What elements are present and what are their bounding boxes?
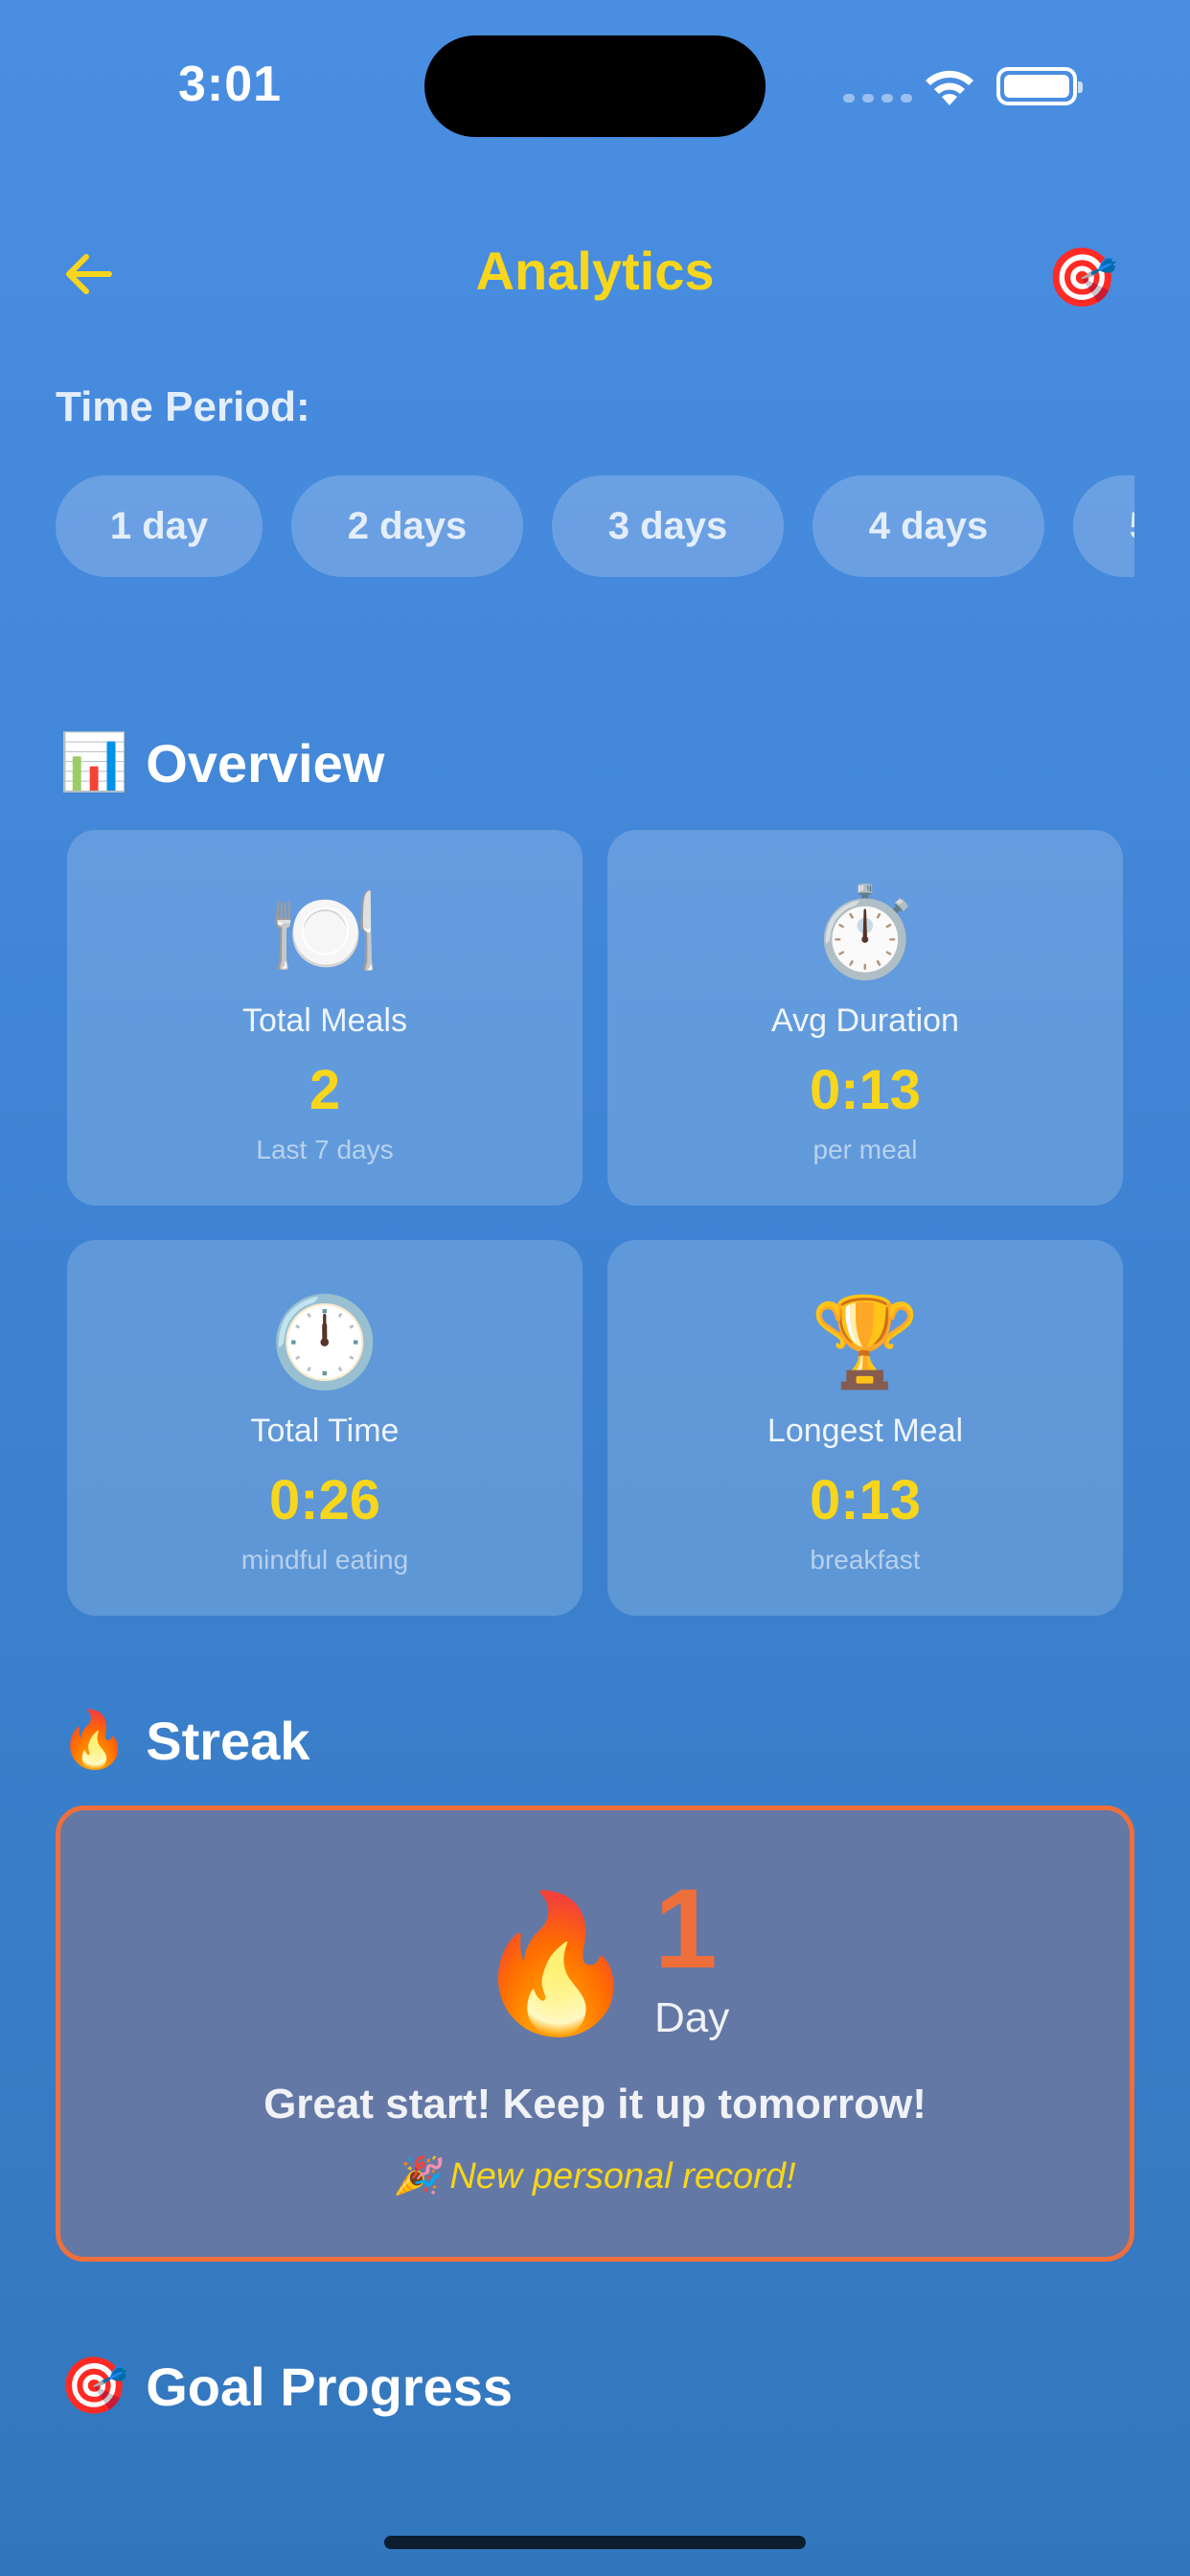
status-time: 3:01 (178, 57, 283, 112)
goal-progress-heading: 🎯 Goal Progress (59, 2354, 513, 2419)
overview-heading-label: Overview (146, 732, 385, 794)
streak-heading-label: Streak (146, 1710, 310, 1771)
plate-icon: 🍽️ (269, 884, 380, 981)
stopwatch-icon: ⏱️ (810, 884, 921, 981)
stat-label: Longest Meal (767, 1413, 964, 1449)
stat-card-total-time: 🕛 Total Time 0:26 mindful eating (67, 1240, 583, 1616)
home-indicator[interactable] (384, 2536, 806, 2549)
stat-card-avg-duration: ⏱️ Avg Duration 0:13 per meal (607, 830, 1123, 1206)
stat-label: Total Meals (242, 1002, 407, 1039)
trophy-icon: 🏆 (810, 1294, 921, 1392)
stat-subtitle: mindful eating (240, 1545, 409, 1575)
period-chip-1-day[interactable]: 1 day (56, 475, 263, 577)
streak-count: 1 (654, 1866, 718, 1992)
bar-chart-icon: 📊 (59, 731, 129, 794)
period-chip-3-days[interactable]: 3 days (552, 475, 784, 577)
stat-subtitle: Last 7 days (256, 1135, 394, 1164)
time-period-selector: 1 day 2 days 3 days 4 days 5 days (56, 475, 1134, 577)
stat-value: 0:13 (809, 1059, 922, 1121)
goal-progress-heading-label: Goal Progress (146, 2356, 514, 2417)
period-chip-4-days[interactable]: 4 days (812, 475, 1044, 577)
streak-fire-icon: 🔥 (472, 1888, 640, 2038)
stat-card-total-meals: 🍽️ Total Meals 2 Last 7 days (67, 830, 583, 1206)
target-icon: 🎯 (59, 2355, 129, 2417)
dynamic-island (424, 35, 766, 137)
stat-subtitle: per meal (812, 1135, 918, 1164)
status-bar: 3:01 (0, 0, 1190, 172)
streak-card: 🔥 1 Day Great start! Keep it up tomorrow… (56, 1806, 1134, 2262)
time-period-label: Time Period: (56, 383, 310, 430)
streak-unit: Day (654, 1994, 730, 2041)
streak-heading: 🔥 Streak (59, 1708, 309, 1773)
stat-value: 0:13 (809, 1469, 922, 1531)
page-title: Analytics (475, 241, 715, 301)
battery-icon (996, 67, 1083, 105)
stat-label: Avg Duration (771, 1002, 959, 1039)
stat-subtitle: breakfast (810, 1545, 921, 1575)
streak-record-badge: 🎉 New personal record! (394, 2156, 796, 2196)
stat-value: 0:26 (268, 1469, 381, 1531)
cellular-signal-icon (843, 94, 912, 103)
goal-target-button[interactable]: 🎯 (1046, 247, 1118, 309)
period-chip-5-days[interactable]: 5 days (1073, 475, 1134, 577)
stat-label: Total Time (250, 1413, 400, 1449)
stat-card-longest-meal: 🏆 Longest Meal 0:13 breakfast (607, 1240, 1123, 1616)
clock-icon: 🕛 (269, 1294, 380, 1392)
streak-message: Great start! Keep it up tomorrow! (263, 2081, 927, 2128)
period-chip-2-days[interactable]: 2 days (291, 475, 523, 577)
overview-heading: 📊 Overview (59, 730, 384, 795)
stat-value: 2 (309, 1059, 341, 1121)
wifi-icon (926, 70, 973, 105)
fire-icon: 🔥 (59, 1709, 129, 1771)
